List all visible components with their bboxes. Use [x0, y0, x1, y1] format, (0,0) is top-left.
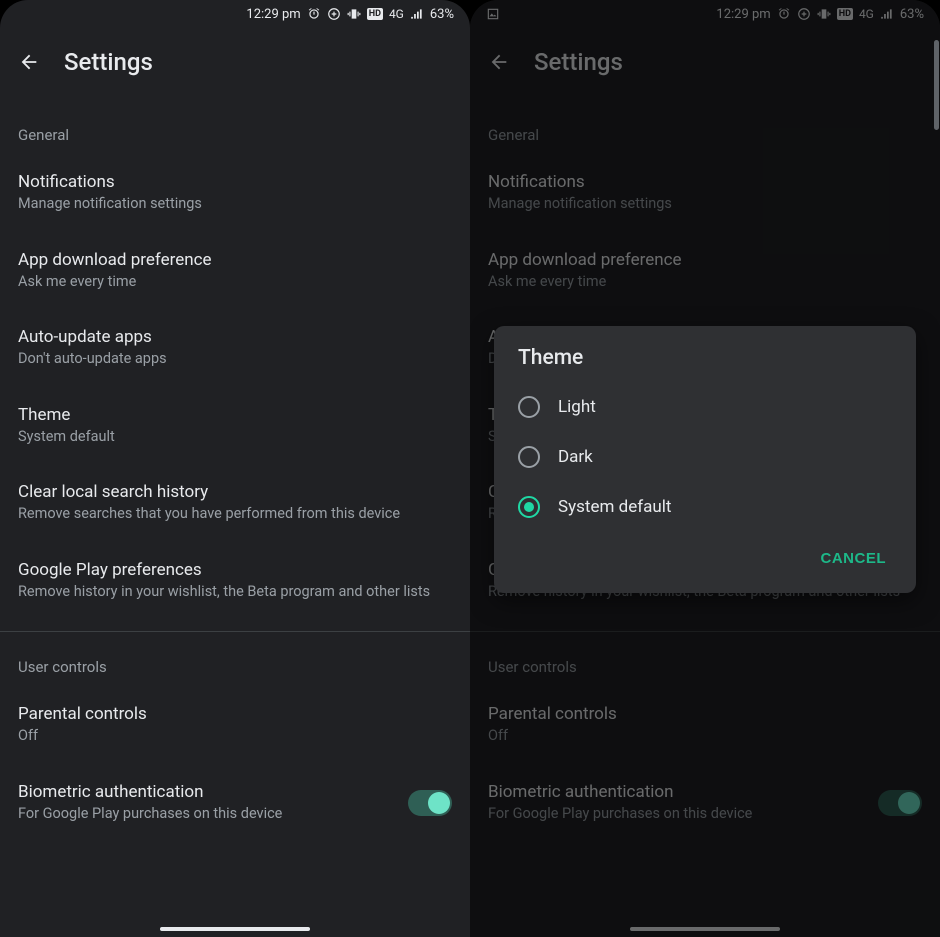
dialog-title: Theme [494, 346, 916, 382]
nav-pill[interactable] [160, 927, 310, 931]
row-sub: For Google Play purchases on this device [18, 804, 396, 824]
row-sub: Remove history in your wishlist, the Bet… [18, 582, 452, 602]
radio-icon [518, 446, 540, 468]
row-title: Google Play preferences [18, 560, 452, 580]
radio-label: System default [558, 497, 671, 517]
radio-option-dark[interactable]: Dark [494, 432, 916, 482]
data-saver-icon [327, 7, 341, 21]
status-bar: 12:29 pm HD 4G 63% [0, 0, 470, 28]
row-title: Theme [18, 405, 452, 425]
right-screenshot: 12:29 pm HD 4G 63% Settings General Noti… [470, 0, 940, 937]
signal-icon [410, 7, 424, 21]
row-sub: Don't auto-update apps [18, 349, 452, 369]
back-icon[interactable] [18, 51, 40, 73]
app-bar: Settings [0, 28, 470, 100]
left-screenshot: 12:29 pm HD 4G 63% Settings General Noti… [0, 0, 470, 937]
row-sub: System default [18, 427, 452, 447]
alarm-icon [307, 7, 321, 21]
row-sub: Ask me every time [18, 272, 452, 292]
radio-icon [518, 396, 540, 418]
battery-text: 63% [430, 7, 454, 22]
radio-label: Light [558, 397, 596, 417]
row-parental[interactable]: Parental controls Off [0, 686, 470, 764]
row-title: Parental controls [18, 704, 452, 724]
row-title: Biometric authentication [18, 782, 396, 802]
radio-option-light[interactable]: Light [494, 382, 916, 432]
row-title: App download preference [18, 250, 452, 270]
row-auto-update[interactable]: Auto-update apps Don't auto-update apps [0, 309, 470, 387]
row-clear-search[interactable]: Clear local search history Remove search… [0, 464, 470, 542]
biometric-toggle[interactable] [408, 790, 452, 816]
radio-icon [518, 496, 540, 518]
hd-icon: HD [367, 8, 383, 20]
radio-label: Dark [558, 447, 593, 467]
row-download-pref[interactable]: App download preference Ask me every tim… [0, 232, 470, 310]
scrollbar[interactable] [934, 40, 939, 130]
row-notifications[interactable]: Notifications Manage notification settin… [0, 154, 470, 232]
vibrate-icon [347, 7, 361, 21]
row-theme[interactable]: Theme System default [0, 387, 470, 465]
section-header-general: General [0, 100, 470, 154]
row-sub: Remove searches that you have performed … [18, 504, 452, 524]
row-title: Notifications [18, 172, 452, 192]
page-title: Settings [64, 48, 153, 76]
row-title: Clear local search history [18, 482, 452, 502]
row-sub: Manage notification settings [18, 194, 452, 214]
section-header-user-controls: User controls [0, 632, 470, 686]
row-sub: Off [18, 726, 452, 746]
dialog-actions: CANCEL [494, 532, 916, 585]
network-text: 4G [389, 7, 404, 21]
row-play-prefs[interactable]: Google Play preferences Remove history i… [0, 542, 470, 620]
row-biometric[interactable]: Biometric authentication For Google Play… [0, 764, 470, 842]
theme-dialog: Theme Light Dark System default CANCEL [494, 326, 916, 593]
time-text: 12:29 pm [246, 7, 300, 22]
radio-option-system[interactable]: System default [494, 482, 916, 532]
cancel-button[interactable]: CANCEL [811, 542, 897, 575]
row-title: Auto-update apps [18, 327, 452, 347]
